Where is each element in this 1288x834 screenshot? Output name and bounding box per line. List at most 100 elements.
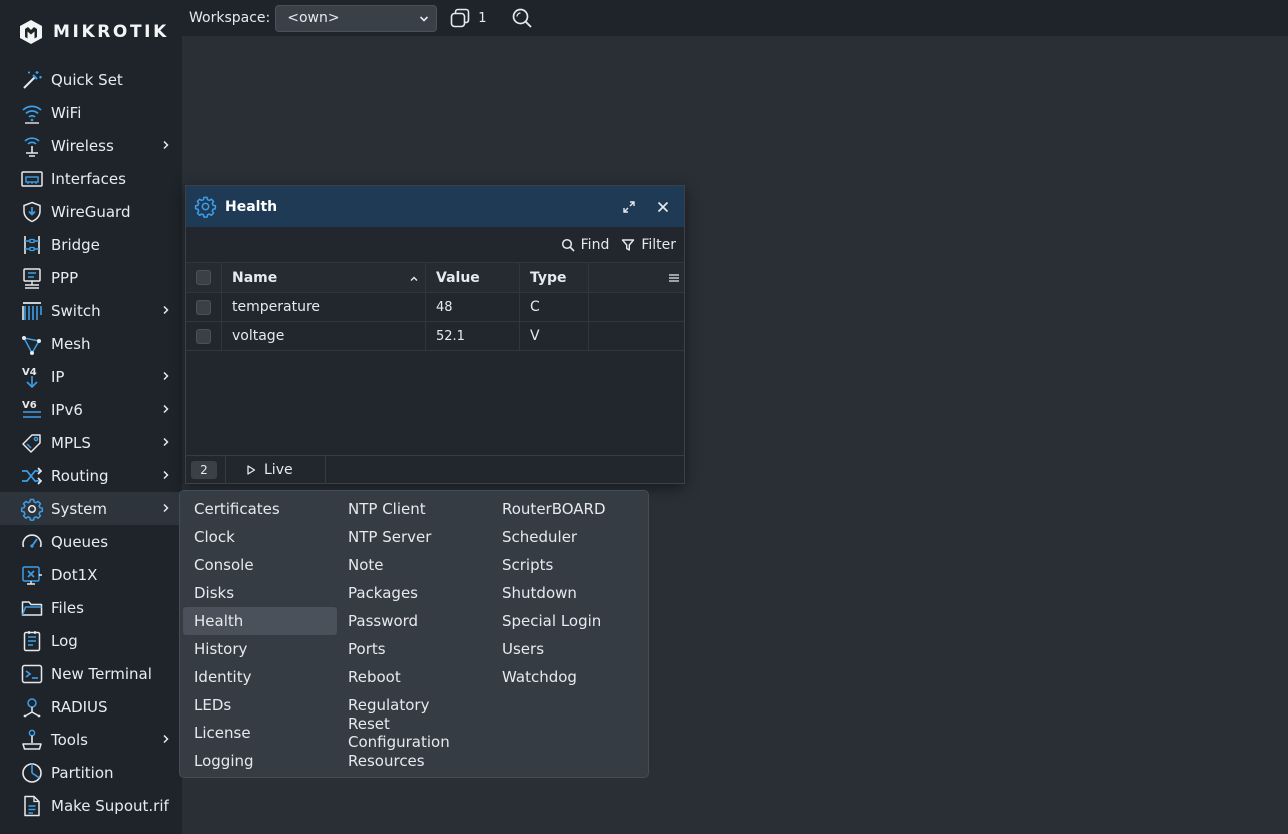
submenu-item-logging[interactable]: Logging	[183, 747, 337, 775]
ipv6-icon: V6	[20, 398, 44, 422]
submenu-item-watchdog[interactable]: Watchdog	[491, 663, 645, 691]
submenu-item-license[interactable]: License	[183, 719, 337, 747]
table-body: temperature 48 Cvoltage 52.1 V	[186, 293, 684, 351]
chevron-right-icon	[163, 503, 169, 513]
row-checkbox[interactable]	[196, 328, 211, 344]
filter-button[interactable]: Filter	[621, 237, 676, 253]
sidebar-item-label: Partition	[51, 763, 114, 782]
submenu-item-ports[interactable]: Ports	[337, 635, 491, 663]
sidebar-item-system[interactable]: System	[0, 492, 182, 525]
mikrotik-logo[interactable]: MIKROTIK	[18, 18, 169, 46]
workspace-select[interactable]: <own>	[275, 4, 438, 32]
cell-value: 52.1	[426, 322, 520, 350]
sidebar-item-queues[interactable]: Queues	[0, 525, 182, 558]
sidebar-item-mesh[interactable]: Mesh	[0, 327, 182, 360]
select-all-cell	[186, 263, 222, 292]
select-all-checkbox[interactable]	[196, 270, 211, 285]
sidebar-item-interfaces[interactable]: Interfaces	[0, 162, 182, 195]
sidebar-item-label: Routing	[51, 466, 109, 485]
search-icon[interactable]	[511, 7, 533, 29]
submenu-item-ntp-server[interactable]: NTP Server	[337, 523, 491, 551]
sidebar-item-routing[interactable]: Routing	[0, 459, 182, 492]
submenu-item-scripts[interactable]: Scripts	[491, 551, 645, 579]
row-select-cell	[186, 322, 222, 350]
svg-text:V6: V6	[22, 400, 37, 411]
sidebar-item-switch[interactable]: Switch	[0, 294, 182, 327]
chevron-right-icon	[163, 404, 169, 414]
submenu-item-reset-configuration[interactable]: Reset Configuration	[337, 715, 491, 751]
submenu-item-certificates[interactable]: Certificates	[183, 495, 337, 523]
workspace-label: Workspace:	[189, 10, 271, 26]
play-icon	[247, 464, 256, 475]
row-checkbox[interactable]	[196, 299, 211, 315]
windows-stack-icon[interactable]	[449, 7, 471, 29]
find-button[interactable]: Find	[561, 236, 610, 253]
joystick-icon	[20, 728, 44, 752]
sidebar-item-label: Bridge	[51, 235, 100, 254]
health-window-titlebar[interactable]: Health	[186, 186, 684, 227]
column-header-type-label: Type	[530, 269, 567, 286]
sidebar-item-bridge[interactable]: Bridge	[0, 228, 182, 261]
dot1x-icon	[20, 563, 44, 587]
submenu-item-users[interactable]: Users	[491, 635, 645, 663]
health-window: Health Find Filter Name Value Type tempe…	[185, 185, 685, 484]
sidebar-item-files[interactable]: Files	[0, 591, 182, 624]
submenu-item-disks[interactable]: Disks	[183, 579, 337, 607]
sidebar-item-radius[interactable]: RADIUS	[0, 690, 182, 723]
sidebar-item-ipv6[interactable]: V6 IPv6	[0, 393, 182, 426]
submenu-item-clock[interactable]: Clock	[183, 523, 337, 551]
column-header-value[interactable]: Value	[426, 263, 520, 292]
submenu-item-history[interactable]: History	[183, 635, 337, 663]
submenu-item-password[interactable]: Password	[337, 607, 491, 635]
chevron-right-icon	[163, 470, 169, 480]
submenu-item-console[interactable]: Console	[183, 551, 337, 579]
workspace-selected-value: <own>	[287, 10, 340, 26]
submenu-item-note[interactable]: Note	[337, 551, 491, 579]
interfaces-icon	[20, 167, 44, 191]
submenu-item-resources[interactable]: Resources	[337, 747, 491, 775]
sidebar-item-wireguard[interactable]: WireGuard	[0, 195, 182, 228]
sidebar-item-label: IPv6	[51, 400, 83, 419]
submenu-item-special-login[interactable]: Special Login	[491, 607, 645, 635]
sidebar-item-new-terminal[interactable]: New Terminal	[0, 657, 182, 690]
sidebar-item-partition[interactable]: Partition	[0, 756, 182, 789]
sidebar-item-ip[interactable]: V4 IP	[0, 360, 182, 393]
table-row[interactable]: voltage 52.1 V	[186, 322, 684, 351]
sidebar-item-label: Log	[51, 631, 78, 650]
sidebar-item-log[interactable]: Log	[0, 624, 182, 657]
submenu-item-ntp-client[interactable]: NTP Client	[337, 495, 491, 523]
column-header-type[interactable]: Type	[520, 263, 589, 292]
sidebar-item-label: Make Supout.rif	[51, 796, 169, 815]
submenu-item-packages[interactable]: Packages	[337, 579, 491, 607]
sidebar-item-label: Interfaces	[51, 169, 126, 188]
row-select-cell	[186, 293, 222, 321]
live-button[interactable]: Live	[246, 462, 293, 478]
sidebar-item-wireless[interactable]: Wireless	[0, 129, 182, 162]
submenu-item-identity[interactable]: Identity	[183, 663, 337, 691]
health-footer: 2 Live	[186, 455, 684, 484]
close-icon[interactable]	[656, 200, 670, 214]
submenu-item-reboot[interactable]: Reboot	[337, 663, 491, 691]
wifi-icon	[20, 101, 44, 125]
sidebar-item-ppp[interactable]: PPP	[0, 261, 182, 294]
sidebar-item-make-supout-rif[interactable]: Make Supout.rif	[0, 789, 182, 822]
sidebar-item-label: IP	[51, 367, 65, 386]
submenu-item-routerboard[interactable]: RouterBOARD	[491, 495, 645, 523]
table-row[interactable]: temperature 48 C	[186, 293, 684, 322]
sidebar-item-tools[interactable]: Tools	[0, 723, 182, 756]
submenu-item-leds[interactable]: LEDs	[183, 691, 337, 719]
submenu-column: RouterBOARD Scheduler Scripts Shutdown Speci…	[491, 495, 645, 691]
sidebar-item-dot1x[interactable]: Dot1X	[0, 558, 182, 591]
sidebar-item-wifi[interactable]: WiFi	[0, 96, 182, 129]
column-header-name[interactable]: Name	[222, 263, 426, 292]
find-label: Find	[580, 236, 610, 253]
submenu-item-shutdown[interactable]: Shutdown	[491, 579, 645, 607]
column-menu-icon[interactable]	[668, 272, 680, 284]
submenu-item-health[interactable]: Health	[183, 607, 337, 635]
maximize-icon[interactable]	[622, 200, 636, 214]
filter-label: Filter	[641, 236, 676, 253]
sidebar-item-quick-set[interactable]: Quick Set	[0, 63, 182, 96]
sidebar-item-mpls[interactable]: MPLS	[0, 426, 182, 459]
live-label: Live	[264, 461, 293, 478]
submenu-item-scheduler[interactable]: Scheduler	[491, 523, 645, 551]
